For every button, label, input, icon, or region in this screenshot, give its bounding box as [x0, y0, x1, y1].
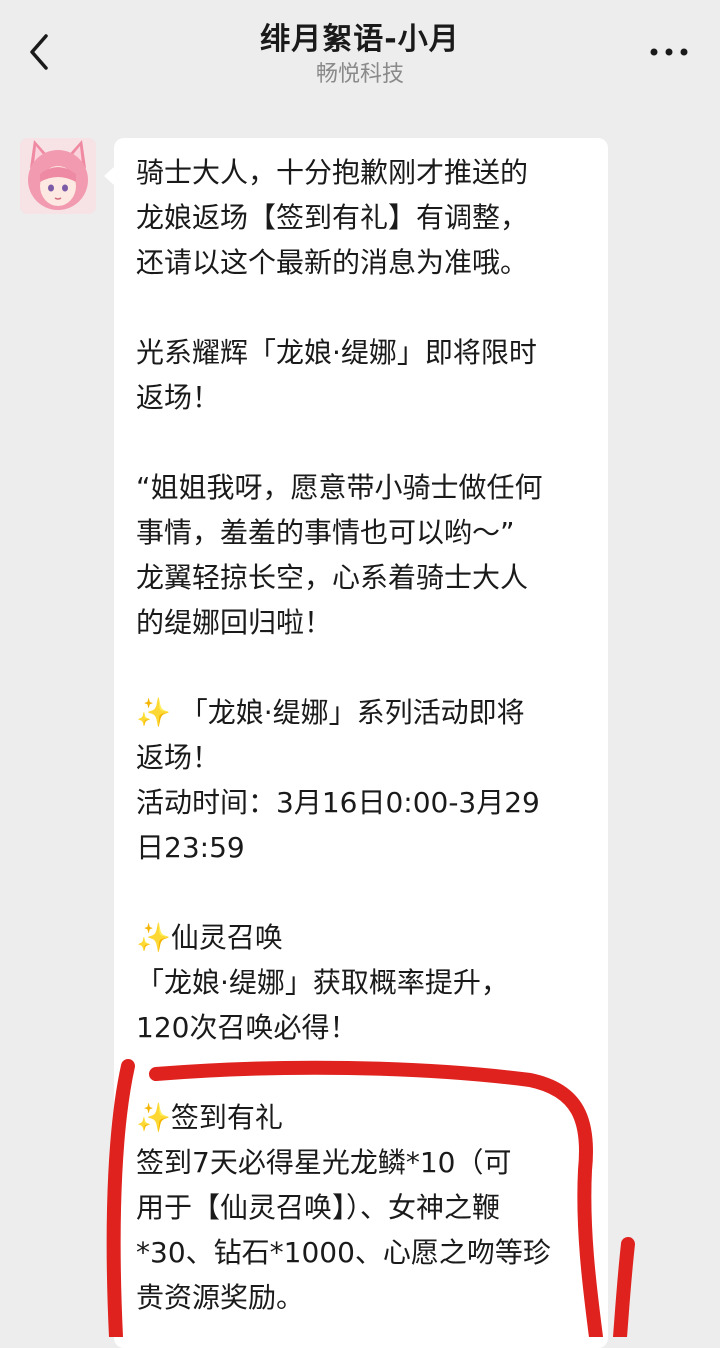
message-text: 「龙娘·缇娜」系列活动即将 — [170, 696, 525, 729]
message-line: *30、钻石*1000、心愿之吻等珍 — [136, 1236, 551, 1269]
message-line: 贵资源奖励。 — [136, 1281, 305, 1314]
message-line: 骑士大人，十分抱歉刚才推送的 — [136, 156, 529, 189]
message-line: 事情，羞羞的事情也可以哟～” — [136, 516, 515, 549]
chat-subtitle: 畅悦科技 — [315, 62, 404, 87]
anime-girl-avatar-icon — [20, 138, 96, 214]
chat-title: 绯月絮语-小月 — [260, 22, 460, 57]
sparkle-icon: ✨ — [136, 1101, 171, 1134]
message-line: 还请以这个最新的消息为准哦。 — [136, 246, 529, 279]
message-line: 返场！ — [136, 381, 221, 414]
message-bubble[interactable]: 骑士大人，十分抱歉刚才推送的 龙娘返场【签到有礼】有调整， 还请以这个最新的消息… — [114, 138, 608, 1348]
message-line: ✨签到有礼 — [136, 1095, 588, 1140]
message-text: 签到有礼 — [170, 1101, 283, 1134]
message-line: 签到7天必得星光龙鳞*10（可 — [136, 1146, 512, 1179]
avatar[interactable] — [20, 138, 96, 214]
message-line: “姐姐我呀，愿意带小骑士做任何 — [136, 471, 543, 504]
message-text: 仙灵召唤 — [170, 921, 283, 954]
message-line: 日23:59 — [136, 831, 245, 864]
more-dots-icon — [650, 48, 688, 56]
message-line: ✨ 「龙娘·缇娜」系列活动即将 — [136, 690, 588, 735]
message-line: 龙娘返场【签到有礼】有调整， — [136, 201, 529, 234]
more-button[interactable] — [646, 34, 692, 70]
message-line: 活动时间：3月16日0:00-3月29 — [136, 786, 540, 819]
message-line: 的缇娜回归啦！ — [136, 606, 333, 639]
message-line: 120次召唤必得！ — [136, 1011, 358, 1044]
message-line: 用于【仙灵召唤】）、女神之鞭 — [136, 1191, 501, 1224]
message-line: 龙翼轻掠长空，心系着骑士大人 — [136, 561, 529, 594]
message-line: 返场！ — [136, 741, 221, 774]
chat-header: 绯月絮语-小月 畅悦科技 — [0, 0, 720, 100]
message-line: ✨仙灵召唤 — [136, 915, 588, 960]
message-line: 光系耀辉「龙娘·缇娜」即将限时 — [136, 336, 537, 369]
message-line: 「龙娘·缇娜」获取概率提升， — [136, 966, 509, 999]
sparkle-icon: ✨ — [136, 921, 171, 954]
sparkle-icon: ✨ — [136, 696, 171, 729]
